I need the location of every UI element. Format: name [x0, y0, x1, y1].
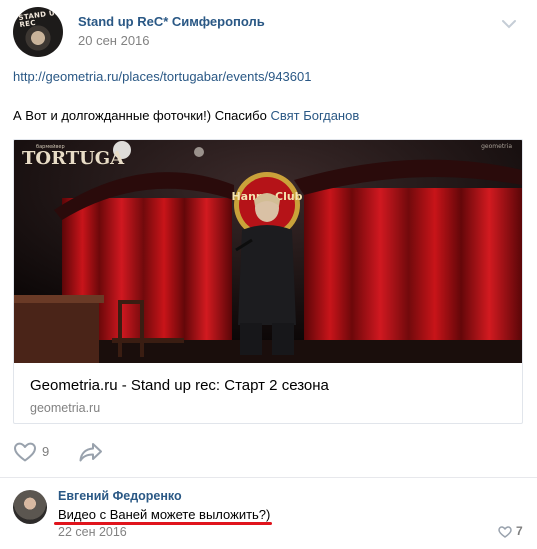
post-text-main: А Вот и долгожданные фоточки!) Спасибо [13, 108, 271, 123]
post-mention[interactable]: Свят Богданов [270, 108, 359, 123]
post-date[interactable]: 20 сен 2016 [78, 33, 150, 48]
chevron-down-icon[interactable] [500, 17, 518, 31]
post-text: А Вот и долгожданные фоточки!) Спасибо С… [13, 108, 359, 123]
photo-logo-small: бармейвер [36, 143, 65, 150]
post-actions: 9 [13, 439, 523, 465]
card-title[interactable]: Geometria.ru - Stand up rec: Старт 2 сез… [30, 377, 329, 394]
author-avatar[interactable]: STAND UP REC [13, 7, 63, 57]
photo-logo: TORTUGA [22, 148, 125, 169]
comment-avatar[interactable] [13, 490, 47, 524]
share-arrow-icon[interactable] [78, 441, 104, 463]
comment-author-name[interactable]: Евгений Федоренко [58, 489, 182, 503]
post-header: STAND UP REC Stand up ReC* Симферополь 2… [13, 7, 524, 57]
like-count[interactable]: 9 [42, 444, 49, 459]
comments-divider [0, 477, 537, 478]
comment-like-count[interactable]: 7 [516, 524, 523, 538]
avatar-stamp: STAND UP REC [18, 8, 61, 29]
post-link[interactable]: http://geometria.ru/places/tortugabar/ev… [13, 69, 311, 84]
link-card[interactable]: Hanna Club TORTUGA бармейвер geometria G… [13, 139, 523, 424]
post-author-name[interactable]: Stand up ReC* Симферополь [78, 14, 265, 29]
comment-text: Видео с Ваней можете выложить?) [58, 507, 271, 522]
heart-icon[interactable] [13, 441, 37, 463]
wall-post: STAND UP REC Stand up ReC* Симферополь 2… [0, 0, 537, 549]
comment-heart-icon[interactable] [498, 526, 512, 538]
card-domain[interactable]: geometria.ru [30, 401, 100, 415]
photo-watermark: geometria [481, 143, 512, 150]
comment-date[interactable]: 22 сен 2016 [58, 525, 127, 539]
card-photo[interactable]: Hanna Club TORTUGA бармейвер geometria [14, 140, 522, 363]
